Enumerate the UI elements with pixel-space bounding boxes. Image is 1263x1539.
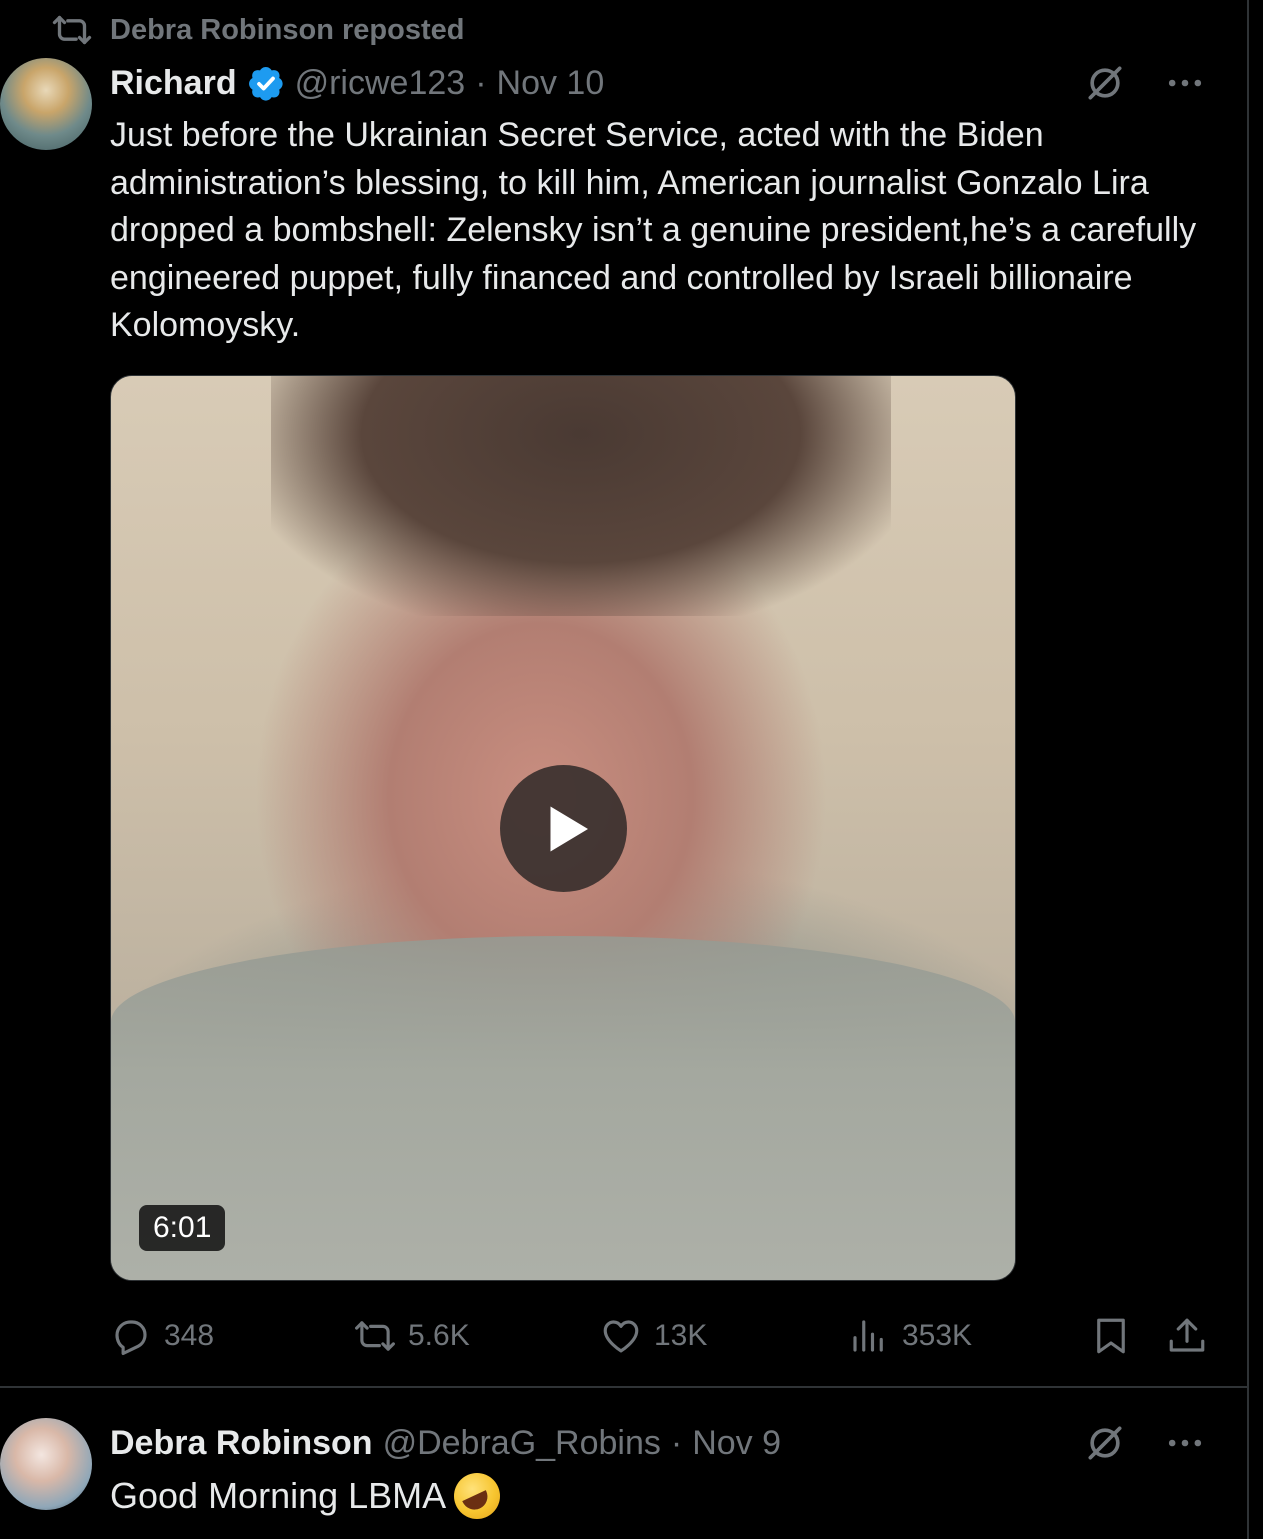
repost-label: Debra Robinson reposted	[110, 13, 465, 46]
verified-badge-icon	[248, 67, 283, 101]
reply-button[interactable]: 348	[110, 1310, 214, 1362]
bookmark-button[interactable]	[1090, 1310, 1132, 1362]
post-text-row: Good Morning LBMA	[110, 1472, 501, 1520]
reply-count: 348	[164, 1319, 215, 1352]
post-header: Richard @ricwe123 · Nov 10	[110, 58, 604, 108]
views-icon	[853, 1320, 883, 1352]
post-date[interactable]: Nov 10	[497, 64, 605, 103]
video-thumbnail-hair	[271, 376, 891, 616]
reply-icon	[115, 1320, 147, 1356]
avatar[interactable]	[0, 1418, 92, 1510]
views-button[interactable]: 353K	[848, 1310, 972, 1362]
share-icon	[1169, 1318, 1205, 1352]
post-text: Good Morning LBMA	[110, 1475, 447, 1516]
post-top-actions	[1083, 58, 1207, 108]
like-count: 13K	[654, 1319, 708, 1352]
views-count: 353K	[902, 1319, 973, 1352]
video-duration: 6:01	[139, 1205, 226, 1251]
post-header: Debra Robinson @DebraG_Robins · Nov 9	[110, 1418, 781, 1468]
post-date[interactable]: Nov 9	[692, 1424, 781, 1463]
author-name[interactable]: Richard	[110, 64, 237, 103]
repost-icon	[52, 15, 92, 45]
separator-dot: ·	[475, 63, 487, 102]
timeline-border	[1247, 0, 1249, 1539]
repost-button[interactable]: 5.6K	[354, 1310, 470, 1362]
post-debra-robinson[interactable]: Debra Robinson @DebraG_Robins · Nov 9 Go…	[0, 1386, 1247, 1539]
rolling-laughing-emoji-icon	[454, 1473, 501, 1519]
play-button[interactable]	[500, 765, 627, 892]
engagement-bar: 348 5.6K 13K 353K	[110, 1310, 1210, 1362]
author-name[interactable]: Debra Robinson	[110, 1424, 373, 1463]
author-handle[interactable]: @ricwe123	[295, 64, 466, 103]
grok-icon[interactable]	[1083, 1421, 1127, 1465]
like-button[interactable]: 13K	[600, 1310, 707, 1362]
bookmark-icon	[1097, 1318, 1125, 1354]
repost-indicator[interactable]: Debra Robinson reposted	[52, 10, 465, 50]
play-icon	[550, 806, 588, 851]
like-icon	[603, 1320, 639, 1353]
post-richard[interactable]: Debra Robinson reposted Richard @ricwe12…	[0, 0, 1247, 1386]
video-player[interactable]: 6:01	[110, 375, 1016, 1281]
author-handle[interactable]: @DebraG_Robins	[383, 1424, 661, 1463]
post-top-actions	[1083, 1418, 1207, 1468]
share-button[interactable]	[1166, 1310, 1208, 1362]
more-icon[interactable]	[1163, 61, 1207, 105]
post-text: Just before the Ukrainian Secret Service…	[110, 116, 1197, 344]
repost-count: 5.6K	[408, 1319, 470, 1352]
grok-icon[interactable]	[1083, 61, 1127, 105]
more-icon[interactable]	[1163, 1421, 1207, 1465]
separator-dot: ·	[670, 1423, 683, 1462]
video-thumbnail-shirt	[111, 936, 1015, 1280]
avatar[interactable]	[0, 58, 92, 150]
repost-icon	[355, 1321, 395, 1351]
